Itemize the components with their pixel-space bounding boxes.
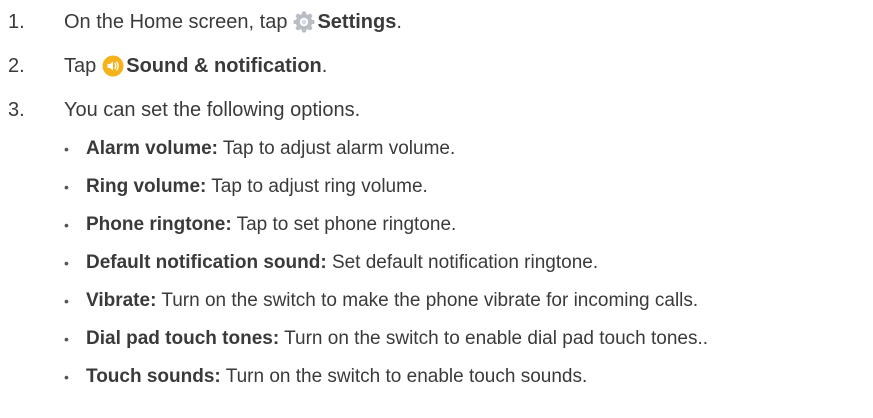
list-item-text: Vibrate: Turn on the switch to make the … bbox=[86, 290, 698, 312]
bullet-icon: • bbox=[64, 293, 69, 309]
sound-notification-icon bbox=[102, 55, 124, 77]
option-description: Tap to adjust ring volume. bbox=[211, 176, 428, 197]
list-item-text: Phone ringtone: Tap to set phone rington… bbox=[86, 214, 456, 236]
option-term: Ring volume: bbox=[86, 176, 207, 197]
bullet-icon: • bbox=[64, 217, 69, 233]
bullet-icon: • bbox=[64, 141, 69, 157]
bullet-icon: • bbox=[64, 255, 69, 271]
step-text: Tap Sound & notification . bbox=[64, 55, 327, 78]
option-description: Tap to adjust alarm volume. bbox=[222, 138, 456, 159]
option-description: Tap to set phone ringtone. bbox=[236, 214, 457, 235]
bullet-icon: • bbox=[64, 179, 69, 195]
sound-notification-label: Sound & notification bbox=[126, 54, 322, 77]
option-description: Set default notification ringtone. bbox=[331, 252, 599, 273]
list-item-text: Touch sounds: Turn on the switch to enab… bbox=[86, 366, 587, 388]
option-term: Default notification sound: bbox=[86, 252, 327, 273]
bullet-icon: • bbox=[64, 331, 69, 347]
list-item-text: Ring volume: Tap to adjust ring volume. bbox=[86, 176, 428, 198]
option-description: Turn on the switch to enable touch sound… bbox=[225, 366, 588, 387]
step-number: 3. bbox=[8, 98, 25, 121]
step-text: On the Home screen, tap Settings . bbox=[64, 11, 402, 34]
option-term: Vibrate: bbox=[86, 290, 157, 311]
option-description: Turn on the switch to make the phone vib… bbox=[161, 290, 699, 311]
step-number: 1. bbox=[8, 10, 25, 33]
step-text-after: . bbox=[396, 10, 402, 33]
step-text-before: Tap bbox=[64, 54, 97, 77]
bullet-icon: • bbox=[64, 369, 69, 385]
step-text: You can set the following options. bbox=[64, 98, 361, 121]
option-description: Turn on the switch to enable dial pad to… bbox=[284, 328, 709, 349]
step-text-before: On the Home screen, tap bbox=[64, 10, 288, 33]
step-number: 2. bbox=[8, 54, 25, 77]
settings-gear-icon bbox=[293, 11, 315, 33]
option-term: Touch sounds: bbox=[86, 366, 221, 387]
list-item-text: Alarm volume: Tap to adjust alarm volume… bbox=[86, 138, 455, 160]
settings-label: Settings bbox=[317, 10, 397, 33]
option-term: Phone ringtone: bbox=[86, 214, 232, 235]
list-item-text: Default notification sound: Set default … bbox=[86, 252, 598, 274]
option-term: Dial pad touch tones: bbox=[86, 328, 280, 349]
step-text-after: . bbox=[321, 54, 328, 77]
option-term: Alarm volume: bbox=[86, 138, 218, 159]
list-item-text: Dial pad touch tones: Turn on the switch… bbox=[86, 328, 708, 350]
